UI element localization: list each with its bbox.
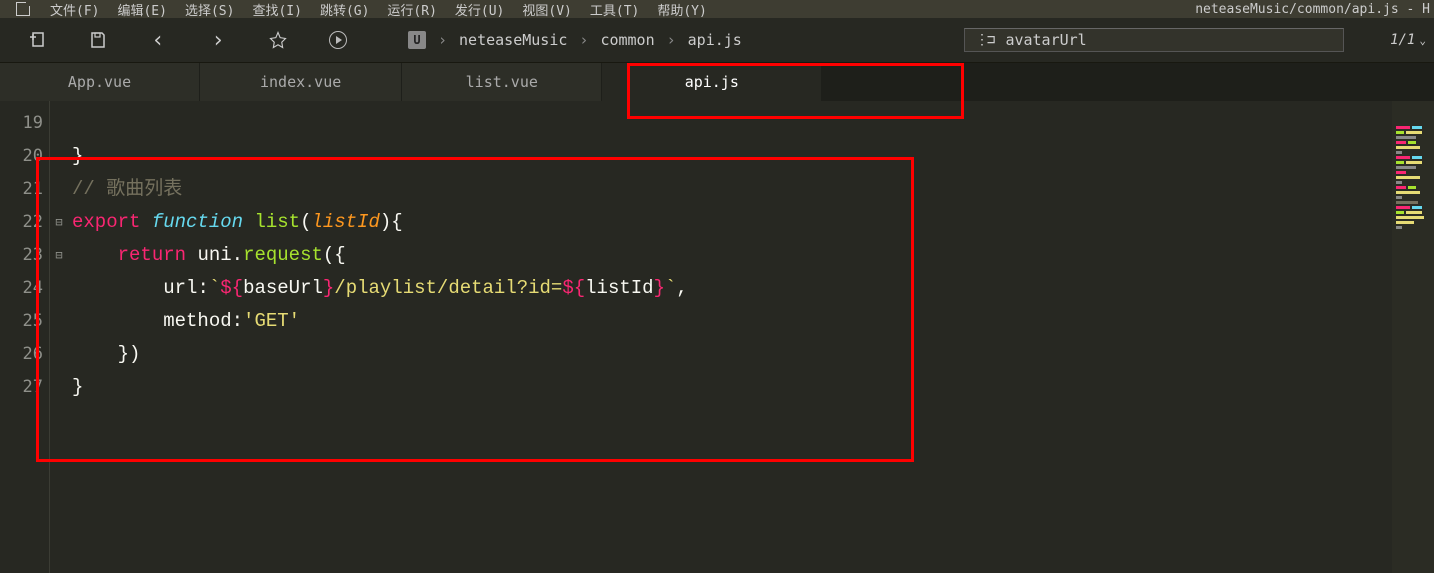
breadcrumb-file[interactable]: api.js xyxy=(688,31,742,49)
app-icon xyxy=(16,2,30,16)
fold-marker[interactable] xyxy=(50,305,68,338)
chevron-right-icon: › xyxy=(438,31,447,49)
breadcrumbs[interactable]: U › neteaseMusic › common › api.js xyxy=(408,31,742,49)
line-number[interactable]: 23 xyxy=(0,239,49,272)
tab-empty xyxy=(822,63,943,101)
chevron-right-icon: › xyxy=(667,31,676,49)
tab-app-vue[interactable]: App.vue xyxy=(0,63,200,101)
tab-api-js[interactable]: api.js xyxy=(602,63,822,101)
find-input[interactable]: avatarUrl xyxy=(1005,31,1086,49)
fold-marker[interactable]: ⊟ xyxy=(50,239,68,272)
menu-find[interactable]: 查找(I) xyxy=(244,0,309,18)
code-line[interactable] xyxy=(68,107,1434,140)
minimap[interactable] xyxy=(1392,101,1434,573)
code-line[interactable]: } xyxy=(68,140,1434,173)
search-icon: ⋮⊐ xyxy=(975,32,993,48)
back-icon[interactable]: ‹ xyxy=(148,30,168,50)
line-number[interactable]: 20 xyxy=(0,140,49,173)
fold-marker[interactable] xyxy=(50,140,68,173)
menu-edit[interactable]: 编辑(E) xyxy=(109,0,174,18)
project-icon: U xyxy=(408,31,426,49)
forward-icon[interactable]: › xyxy=(208,30,228,50)
tab-bar: App.vue index.vue list.vue api.js xyxy=(0,63,1434,101)
find-count: 1/1 ⌄ xyxy=(1390,32,1426,48)
tab-list-vue[interactable]: list.vue xyxy=(402,63,602,101)
line-number[interactable]: 21 xyxy=(0,173,49,206)
code-line[interactable]: return uni.request({ xyxy=(68,239,1434,272)
line-number[interactable]: 27 xyxy=(0,371,49,404)
line-number[interactable]: 26 xyxy=(0,338,49,371)
fold-marker[interactable] xyxy=(50,107,68,140)
star-icon[interactable] xyxy=(268,30,288,50)
menu-run[interactable]: 运行(R) xyxy=(379,0,444,18)
code-line[interactable]: url:`${baseUrl}/playlist/detail?id=${lis… xyxy=(68,272,1434,305)
menu-file[interactable]: 文件(F) xyxy=(42,0,107,18)
line-number[interactable]: 19 xyxy=(0,107,49,140)
line-number[interactable]: 22 xyxy=(0,206,49,239)
line-gutter[interactable]: 192021222324252627 xyxy=(0,101,50,573)
line-number[interactable]: 25 xyxy=(0,305,49,338)
code-area[interactable]: }// 歌曲列表export function list(listId){ re… xyxy=(68,101,1434,573)
window-title: neteaseMusic/common/api.js - H xyxy=(1195,2,1434,17)
menu-left: 文件(F) 编辑(E) 选择(S) 查找(I) 跳转(G) 运行(R) 发行(U… xyxy=(20,0,715,18)
tab-index-vue[interactable]: index.vue xyxy=(200,63,402,101)
code-line[interactable]: // 歌曲列表 xyxy=(68,173,1434,206)
menu-view[interactable]: 视图(V) xyxy=(514,0,579,18)
find-box[interactable]: ⋮⊐ avatarUrl xyxy=(964,28,1344,52)
menu-tools[interactable]: 工具(T) xyxy=(582,0,647,18)
fold-column[interactable]: ⊟⊟ xyxy=(50,101,68,573)
new-file-icon[interactable] xyxy=(28,30,48,50)
menu-select[interactable]: 选择(S) xyxy=(177,0,242,18)
save-icon[interactable] xyxy=(88,30,108,50)
fold-marker[interactable] xyxy=(50,338,68,371)
code-line[interactable]: export function list(listId){ xyxy=(68,206,1434,239)
fold-marker[interactable]: ⊟ xyxy=(50,206,68,239)
menu-help[interactable]: 帮助(Y) xyxy=(649,0,714,18)
find-count-label: 1/1 xyxy=(1390,32,1415,48)
run-icon[interactable] xyxy=(328,30,348,50)
breadcrumb-project[interactable]: neteaseMusic xyxy=(459,31,567,49)
breadcrumb-folder[interactable]: common xyxy=(600,31,654,49)
toolbar: ‹ › U › neteaseMusic › common › api.js ⋮… xyxy=(0,18,1434,63)
code-line[interactable]: } xyxy=(68,371,1434,404)
editor: 192021222324252627 ⊟⊟ }// 歌曲列表export fun… xyxy=(0,101,1434,573)
menu-goto[interactable]: 跳转(G) xyxy=(312,0,377,18)
fold-marker[interactable] xyxy=(50,371,68,404)
chevron-down-icon[interactable]: ⌄ xyxy=(1419,34,1426,47)
line-number[interactable]: 24 xyxy=(0,272,49,305)
menu-bar: 文件(F) 编辑(E) 选择(S) 查找(I) 跳转(G) 运行(R) 发行(U… xyxy=(0,0,1434,18)
chevron-right-icon: › xyxy=(579,31,588,49)
menu-publish[interactable]: 发行(U) xyxy=(447,0,512,18)
fold-marker[interactable] xyxy=(50,173,68,206)
code-line[interactable]: }) xyxy=(68,338,1434,371)
fold-marker[interactable] xyxy=(50,272,68,305)
code-line[interactable]: method:'GET' xyxy=(68,305,1434,338)
